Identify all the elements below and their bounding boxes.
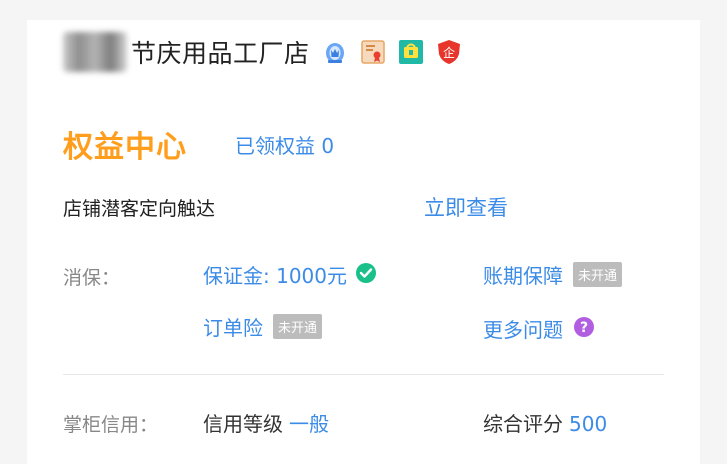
shop-info-card: 节庆用品工厂店 企 权益中心 已领权益 0 店铺潜客定向触达 立即查看 消保： … — [27, 20, 700, 464]
credit-level: 信用等级 一般 — [203, 408, 329, 437]
overall-score: 综合评分 500 — [483, 408, 607, 437]
not-activated-badge: 未开通 — [273, 314, 323, 339]
seller-credit-label: 掌柜信用： — [63, 414, 159, 436]
deposit-item[interactable]: 保证金: 1000元 — [203, 260, 377, 289]
shop-icon[interactable] — [398, 39, 424, 65]
more-questions-link[interactable]: 更多问题 — [483, 314, 563, 343]
enterprise-badge-text: 企 — [443, 45, 455, 60]
credit-level-label: 信用等级 — [203, 412, 283, 436]
order-insurance-link[interactable]: 订单险 — [203, 312, 263, 341]
store-name[interactable]: 节庆用品工厂店 — [131, 34, 310, 70]
blurred-store-prefix — [63, 32, 127, 72]
section-divider — [63, 374, 664, 375]
check-circle-icon — [355, 262, 377, 288]
overall-score-label: 综合评分 — [483, 412, 563, 436]
potential-customer-reach-label: 店铺潜客定向触达 — [63, 198, 216, 220]
svg-text:?: ? — [580, 320, 588, 336]
deposit-link[interactable]: 保证金: 1000元 — [203, 260, 347, 289]
received-rights-link[interactable]: 已领权益 0 — [235, 130, 334, 159]
overall-score-value[interactable]: 500 — [569, 412, 607, 436]
period-guarantee-link[interactable]: 账期保障 — [483, 260, 563, 289]
crown-icon[interactable] — [322, 39, 348, 65]
question-icon[interactable]: ? — [573, 316, 595, 342]
enterprise-shield-icon[interactable]: 企 — [436, 39, 462, 65]
view-now-link[interactable]: 立即查看 — [424, 192, 508, 222]
not-activated-badge: 未开通 — [573, 262, 623, 287]
credit-level-value[interactable]: 一般 — [289, 412, 329, 436]
certificate-icon[interactable] — [360, 39, 386, 65]
more-questions-item[interactable]: 更多问题 ? — [483, 314, 595, 343]
order-insurance-item[interactable]: 订单险 未开通 — [203, 312, 323, 341]
consumer-protection-label: 消保： — [63, 267, 121, 289]
rights-center-title: 权益中心 — [63, 130, 187, 165]
store-header: 节庆用品工厂店 企 — [63, 32, 462, 72]
period-guarantee-item[interactable]: 账期保障 未开通 — [483, 260, 623, 289]
